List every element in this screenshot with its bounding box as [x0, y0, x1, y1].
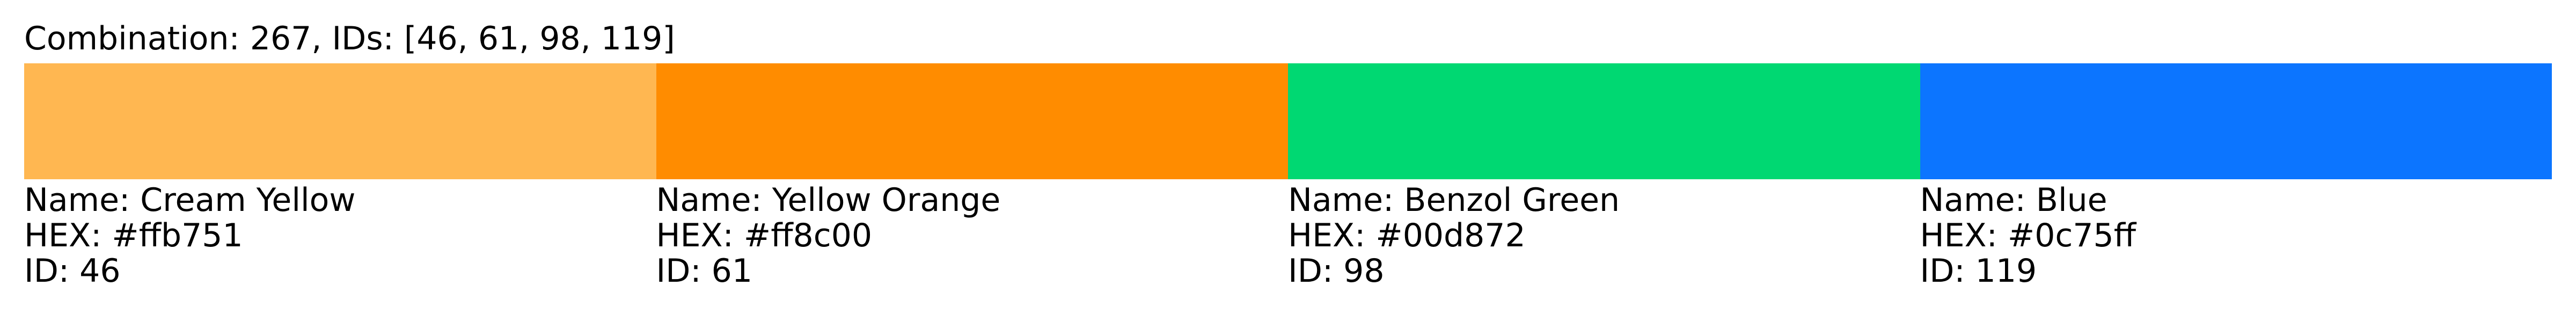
- color-labels-row: Name: Cream Yellow HEX: #ffb751 ID: 46 N…: [24, 182, 2552, 289]
- color-info-yellow-orange: Name: Yellow Orange HEX: #ff8c00 ID: 61: [656, 182, 1289, 289]
- color-hex-label: HEX: #00d872: [1288, 217, 1526, 254]
- color-id-label: ID: 98: [1288, 252, 1385, 290]
- color-info-blue: Name: Blue HEX: #0c75ff ID: 119: [1920, 182, 2552, 289]
- color-id-label: ID: 46: [24, 252, 121, 290]
- color-hex-label: HEX: #ffb751: [24, 217, 243, 254]
- color-swatch-row: [24, 63, 2552, 179]
- color-name-label: Name: Cream Yellow: [24, 181, 356, 219]
- color-info-cream-yellow: Name: Cream Yellow HEX: #ffb751 ID: 46: [24, 182, 656, 289]
- color-name-label: Name: Benzol Green: [1288, 181, 1620, 219]
- color-swatch-blue: [1920, 63, 2552, 179]
- color-name-label: Name: Yellow Orange: [656, 181, 1001, 219]
- color-hex-label: HEX: #ff8c00: [656, 217, 873, 254]
- color-swatch-benzol-green: [1288, 63, 1920, 179]
- color-hex-label: HEX: #0c75ff: [1920, 217, 2136, 254]
- color-id-label: ID: 119: [1920, 252, 2037, 290]
- color-name-label: Name: Blue: [1920, 181, 2107, 219]
- color-id-label: ID: 61: [656, 252, 753, 290]
- combination-title: Combination: 267, IDs: [46, 61, 98, 119]: [24, 20, 675, 57]
- color-swatch-yellow-orange: [656, 63, 1288, 179]
- color-info-benzol-green: Name: Benzol Green HEX: #00d872 ID: 98: [1288, 182, 1920, 289]
- color-swatch-cream-yellow: [24, 63, 656, 179]
